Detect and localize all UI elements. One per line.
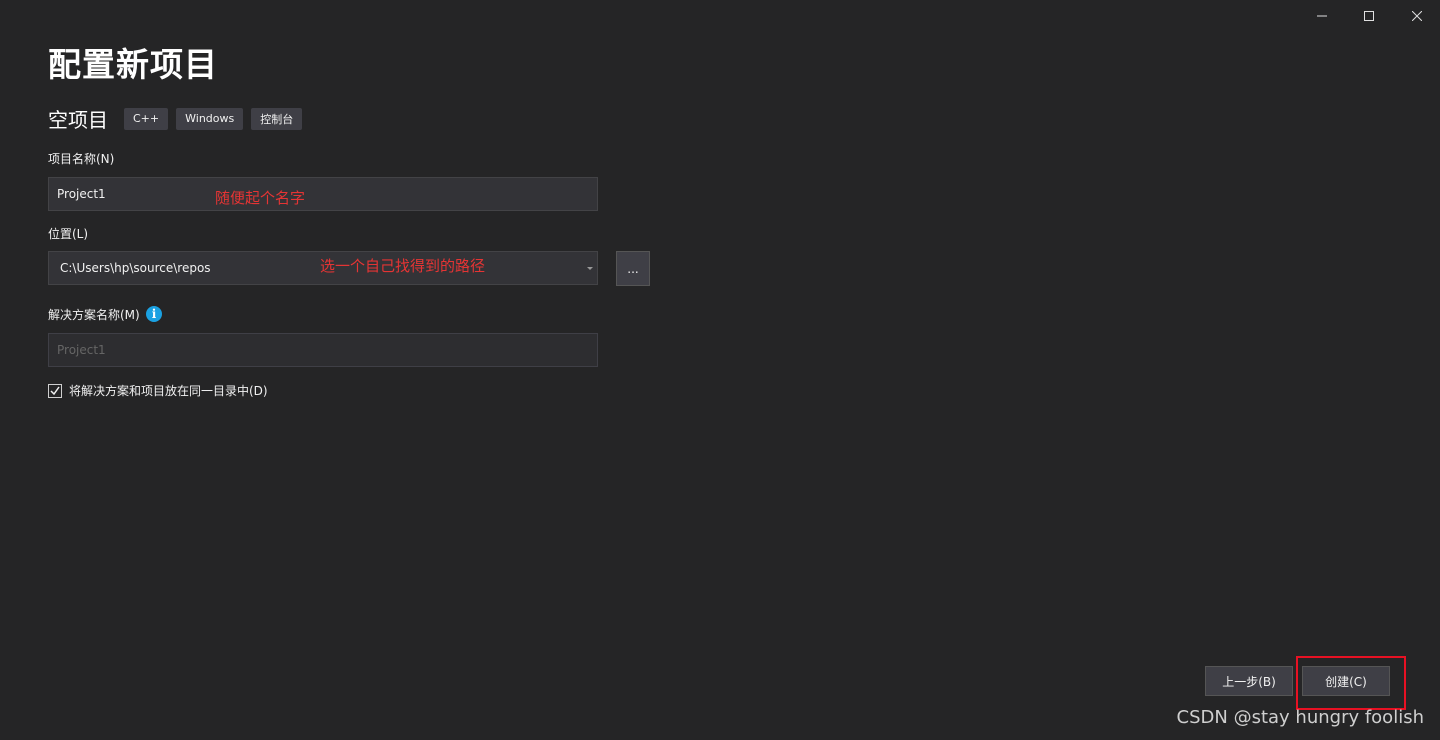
- project-name-input[interactable]: Project1: [48, 177, 598, 211]
- configure-project-window: 配置新项目 空项目 C++ Windows 控制台 项目名称(N) Projec…: [0, 0, 1440, 740]
- solution-name-label: 解决方案名称(M): [48, 308, 140, 322]
- maximize-icon: [1364, 11, 1374, 21]
- maximize-button[interactable]: [1346, 0, 1392, 32]
- solution-name-input: Project1: [48, 333, 598, 367]
- location-label: 位置(L): [48, 227, 89, 241]
- watermark: CSDN @stay hungry foolish: [1176, 707, 1424, 728]
- project-name-label: 项目名称(N): [48, 152, 115, 166]
- location-value: C:\Users\hp\source\repos: [60, 261, 211, 275]
- project-name-annotation: 随便起个名字: [215, 189, 306, 207]
- same-directory-option[interactable]: 将解决方案和项目放在同一目录中(D): [48, 382, 268, 399]
- info-icon[interactable]: i: [146, 306, 162, 322]
- tag-cpp: C++: [124, 107, 169, 130]
- project-name-value: Project1: [57, 187, 106, 201]
- browse-button[interactable]: ...: [616, 251, 650, 286]
- same-directory-label: 将解决方案和项目放在同一目录中(D): [69, 384, 268, 398]
- template-row: 空项目 C++ Windows 控制台: [48, 104, 310, 133]
- chevron-down-icon[interactable]: [587, 267, 593, 270]
- template-name: 空项目: [48, 108, 108, 132]
- minimize-icon: [1317, 15, 1327, 17]
- page-title: 配置新项目: [48, 45, 218, 84]
- solution-name-placeholder: Project1: [57, 343, 106, 357]
- tag-windows: Windows: [176, 107, 244, 130]
- tag-console: 控制台: [251, 107, 303, 130]
- same-directory-checkbox[interactable]: [48, 383, 62, 398]
- back-button[interactable]: 上一步(B): [1205, 666, 1293, 696]
- create-button-highlight: [1296, 656, 1406, 710]
- checkmark-icon: [50, 386, 60, 395]
- close-icon: [1412, 11, 1422, 21]
- minimize-button[interactable]: [1299, 0, 1345, 32]
- close-button[interactable]: [1394, 0, 1440, 32]
- location-annotation: 选一个自己找得到的路径: [320, 257, 486, 275]
